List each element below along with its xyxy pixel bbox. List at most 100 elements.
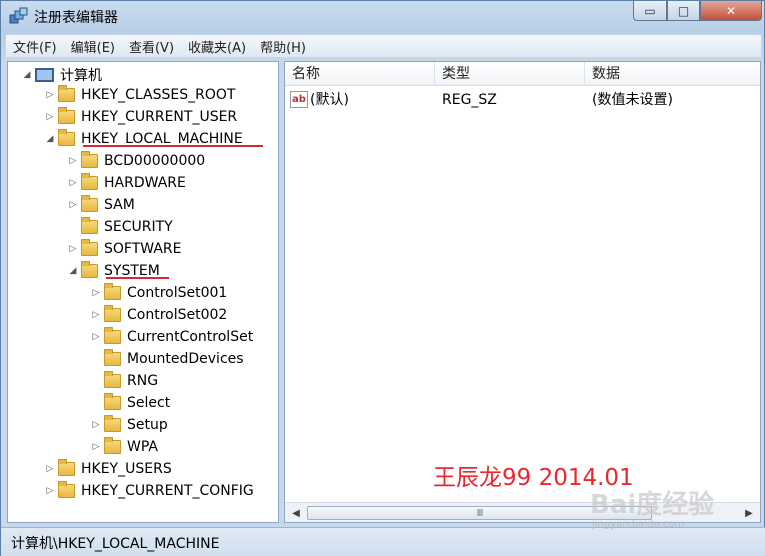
tree-node-hkey-classes-root[interactable]: ▷ HKEY_CLASSES_ROOT xyxy=(45,84,235,106)
tree-node-label: Setup xyxy=(127,417,168,433)
tree-node-label: HKEY_CURRENT_CONFIG xyxy=(81,483,254,499)
folder-icon xyxy=(58,85,75,102)
collapse-arrow-icon[interactable]: ◢ xyxy=(68,266,78,276)
expand-arrow-icon[interactable]: ◢ xyxy=(22,70,32,80)
folder-icon xyxy=(104,327,121,344)
folder-icon xyxy=(81,173,98,190)
column-header-data[interactable]: 数据 xyxy=(585,62,760,86)
red-underline xyxy=(106,277,169,279)
folder-icon xyxy=(58,481,75,498)
tree-node-label: HKEY_CURRENT_USER xyxy=(81,109,238,125)
window-title: 注册表编辑器 xyxy=(34,10,118,26)
computer-icon xyxy=(35,68,54,82)
scroll-right-icon[interactable]: ▶ xyxy=(741,505,757,521)
menu-file[interactable]: 文件(F) xyxy=(6,37,64,56)
tree-node-label: ControlSet001 xyxy=(127,285,228,301)
tree-node-select[interactable]: Select xyxy=(91,392,170,414)
expand-arrow-icon[interactable]: ▷ xyxy=(91,332,101,342)
column-header-type[interactable]: 类型 xyxy=(435,62,585,86)
tree-node-mounteddevices[interactable]: MountedDevices xyxy=(91,348,244,370)
tree-node-wpa[interactable]: ▷ WPA xyxy=(91,436,158,458)
folder-icon xyxy=(58,129,75,146)
tree-node-label: HARDWARE xyxy=(104,175,186,191)
string-value-icon: ab xyxy=(290,91,308,108)
tree-node-label: BCD00000000 xyxy=(104,153,206,169)
folder-icon xyxy=(81,217,98,234)
folder-icon xyxy=(104,349,121,366)
tree-node-label: 计算机 xyxy=(60,68,102,84)
collapse-arrow-icon[interactable]: ◢ xyxy=(45,134,55,144)
value-type: REG_SZ xyxy=(442,92,497,108)
column-header-name[interactable]: 名称 xyxy=(285,62,435,86)
tree-node-label: CurrentControlSet xyxy=(127,329,254,345)
baidu-url-watermark: jingyan.baidu.com xyxy=(592,519,685,530)
folder-icon xyxy=(104,437,121,454)
tree-node-controlset002[interactable]: ▷ ControlSet002 xyxy=(91,304,227,326)
menu-view[interactable]: 查看(V) xyxy=(122,37,181,56)
folder-icon xyxy=(104,283,121,300)
maximize-icon: □ xyxy=(677,3,690,18)
expand-arrow-icon[interactable]: ▷ xyxy=(68,200,78,210)
status-bar: 计算机\HKEY_LOCAL_MACHINE xyxy=(1,527,765,556)
expand-arrow-icon[interactable]: ▷ xyxy=(91,420,101,430)
status-path: 计算机\HKEY_LOCAL_MACHINE xyxy=(11,536,220,552)
registry-tree[interactable]: ◢ 计算机 ▷ HKEY_CLASSES_ROOT ▷ HKEY_CURRENT… xyxy=(7,61,279,523)
list-header: 名称 类型 数据 xyxy=(285,62,760,86)
tree-node-label: RNG xyxy=(127,373,159,389)
tree-node-hkey-current-config[interactable]: ▷ HKEY_CURRENT_CONFIG xyxy=(45,480,254,502)
folder-icon xyxy=(104,393,121,410)
value-data: (数值未设置) xyxy=(592,92,673,108)
tree-node-controlset001[interactable]: ▷ ControlSet001 xyxy=(91,282,227,304)
title-bar[interactable]: 注册表编辑器 ▭ □ ✕ xyxy=(1,1,765,33)
menu-favorites[interactable]: 收藏夹(A) xyxy=(181,37,253,56)
tree-node-setup[interactable]: ▷ Setup xyxy=(91,414,168,436)
tree-node-label: Select xyxy=(127,395,171,411)
tree-node-label: SAM xyxy=(104,197,135,213)
menu-help[interactable]: 帮助(H) xyxy=(253,37,313,56)
baidu-logo-watermark: Bai度经验 xyxy=(590,490,715,520)
scroll-left-icon[interactable]: ◀ xyxy=(288,505,304,521)
tree-node-label: SECURITY xyxy=(104,219,173,235)
folder-icon xyxy=(81,195,98,212)
menu-edit[interactable]: 编辑(E) xyxy=(64,37,122,56)
minimize-button[interactable]: ▭ xyxy=(633,1,667,21)
expand-arrow-icon[interactable]: ▷ xyxy=(91,288,101,298)
red-underline xyxy=(83,145,263,147)
folder-icon xyxy=(104,415,121,432)
list-row-default[interactable]: ab (默认) REG_SZ (数值未设置) xyxy=(285,88,760,112)
tree-node-hardware[interactable]: ▷ HARDWARE xyxy=(68,172,186,194)
expand-arrow-icon[interactable]: ▷ xyxy=(68,178,78,188)
registry-editor-icon xyxy=(9,7,28,24)
folder-icon xyxy=(81,151,98,168)
tree-node-label: SOFTWARE xyxy=(104,241,182,257)
folder-icon xyxy=(81,239,98,256)
values-list[interactable]: 名称 类型 数据 ab (默认) REG_SZ (数值未设置) 王辰龙99 20… xyxy=(284,61,761,523)
expand-arrow-icon[interactable]: ▷ xyxy=(45,112,55,122)
tree-node-bcd[interactable]: ▷ BCD00000000 xyxy=(68,150,205,172)
minimize-icon: ▭ xyxy=(644,3,656,18)
tree-node-label: HKEY_USERS xyxy=(81,461,172,477)
tree-node-hkey-current-user[interactable]: ▷ HKEY_CURRENT_USER xyxy=(45,106,237,128)
expand-arrow-icon[interactable]: ▷ xyxy=(91,310,101,320)
folder-icon xyxy=(81,261,98,278)
tree-node-software[interactable]: ▷ SOFTWARE xyxy=(68,238,182,260)
tree-node-hkey-users[interactable]: ▷ HKEY_USERS xyxy=(45,458,172,480)
expand-arrow-icon[interactable]: ▷ xyxy=(68,244,78,254)
maximize-button[interactable]: □ xyxy=(667,1,700,21)
expand-arrow-icon[interactable]: ▷ xyxy=(68,156,78,166)
expand-arrow-icon[interactable]: ▷ xyxy=(45,464,55,474)
tree-node-rng[interactable]: RNG xyxy=(91,370,158,392)
folder-icon xyxy=(104,305,121,322)
tree-node-currentcontrolset[interactable]: ▷ CurrentControlSet xyxy=(91,326,253,348)
tree-node-sam[interactable]: ▷ SAM xyxy=(68,194,135,216)
tree-node-label: HKEY_CLASSES_ROOT xyxy=(81,87,236,103)
expand-arrow-icon[interactable]: ▷ xyxy=(45,486,55,496)
tree-node-security[interactable]: SECURITY xyxy=(68,216,173,238)
tree-node-computer[interactable]: ◢ 计算机 xyxy=(22,64,102,86)
close-button[interactable]: ✕ xyxy=(700,1,762,21)
tree-node-label: ControlSet002 xyxy=(127,307,228,323)
folder-icon xyxy=(58,459,75,476)
expand-arrow-icon[interactable]: ▷ xyxy=(45,90,55,100)
tree-node-label: WPA xyxy=(127,439,158,455)
expand-arrow-icon[interactable]: ▷ xyxy=(91,442,101,452)
